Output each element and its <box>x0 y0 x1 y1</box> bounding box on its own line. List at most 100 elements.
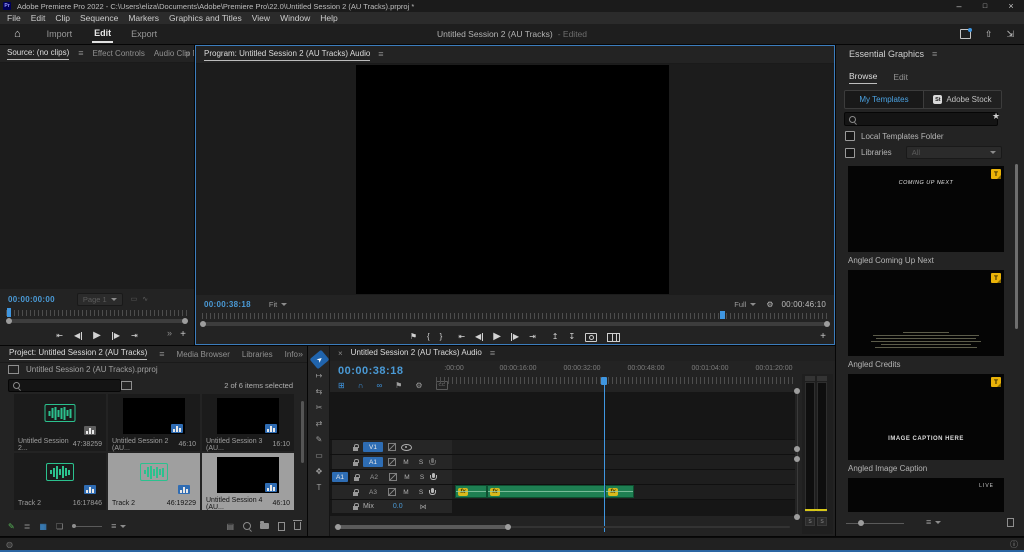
panel-overflow-icon[interactable]: » <box>185 49 190 58</box>
template-label[interactable]: Angled Coming Up Next <box>848 256 934 265</box>
tab-libraries[interactable]: Libraries <box>242 350 273 359</box>
solo-button[interactable]: S <box>416 489 426 496</box>
maximize-button[interactable]: □ <box>972 3 998 10</box>
menu-view[interactable]: View <box>247 13 275 23</box>
sequence-badge[interactable] <box>265 424 277 433</box>
close-button[interactable]: × <box>998 1 1024 11</box>
track-select-forward-tool[interactable]: ↦ <box>308 367 330 383</box>
track-a3-content[interactable]: fx fx fx <box>452 485 795 499</box>
source-timecode[interactable]: 00:00:00:00 <box>8 295 55 304</box>
fx-badge[interactable]: fx <box>490 488 500 496</box>
drag-audio-icon[interactable]: ∿ <box>142 295 148 303</box>
v-scroll-handle-top[interactable] <box>794 388 800 394</box>
zoom-slider[interactable] <box>72 524 102 528</box>
audio-clip-segment[interactable]: fx <box>455 485 487 498</box>
mute-button[interactable]: M <box>401 489 411 496</box>
source-zoom-handle-right[interactable] <box>182 318 188 324</box>
nest-toggle-icon[interactable]: ⊞ <box>338 381 345 390</box>
tab-source[interactable]: Source: (no clips) <box>7 48 69 60</box>
tab-export[interactable]: Export <box>131 29 157 39</box>
panel-menu-icon[interactable]: ≡ <box>78 49 83 58</box>
selection-tool[interactable]: ➤ <box>308 352 330 367</box>
tab-sequence[interactable]: Untitled Session 2 (AU Tracks) Audio <box>351 348 482 359</box>
go-to-out-button[interactable]: ⇥ <box>131 332 138 340</box>
project-scrollbar-thumb[interactable] <box>301 401 304 463</box>
lift-button[interactable]: ↥ <box>552 333 559 341</box>
automate-to-sequence-icon[interactable]: ▤ <box>226 522 234 531</box>
new-item-icon[interactable] <box>278 522 285 531</box>
add-marker-button[interactable]: ⚑ <box>410 333 417 341</box>
solo-button[interactable]: S <box>416 459 426 466</box>
eg-tab-edit[interactable]: Edit <box>893 72 908 82</box>
timeline-playhead-line[interactable] <box>604 385 605 532</box>
program-timecode[interactable]: 00:00:38:18 <box>204 300 251 309</box>
panel-menu-icon[interactable]: ≡ <box>378 50 383 59</box>
template-label[interactable]: Angled Image Caption <box>848 464 927 473</box>
thumbnail-size-slider-handle[interactable] <box>858 520 864 526</box>
track-target-badge[interactable]: A2 <box>364 472 384 482</box>
project-item-audio[interactable]: Track 216:17846 <box>14 453 106 510</box>
adobe-stock-button[interactable]: StAdobe Stock <box>923 91 1001 108</box>
step-forward-button[interactable]: ▶ <box>112 332 120 340</box>
fx-badge[interactable]: fx <box>608 488 618 496</box>
project-item-audio[interactable]: Untitled Session 2...47:38259 <box>14 394 106 451</box>
timeline-h-scroll-thumb[interactable] <box>338 525 508 529</box>
tab-edit[interactable]: Edit <box>92 25 113 43</box>
track-lock-icon[interactable] <box>354 477 359 481</box>
source-page-select[interactable]: Page 1 <box>77 293 123 306</box>
panel-overflow-icon[interactable]: » <box>298 350 303 359</box>
mark-in-button[interactable]: { <box>427 333 430 341</box>
solo-left-button[interactable]: S <box>805 517 815 526</box>
program-zoom-scrollbar[interactable] <box>202 322 828 326</box>
step-back-button[interactable]: ◀ <box>475 333 483 341</box>
step-back-button[interactable]: ◀ <box>74 332 82 340</box>
mix-volume-value[interactable]: 0.0 <box>393 503 403 510</box>
search-bin-icon[interactable] <box>121 381 132 390</box>
home-icon[interactable]: ⌂ <box>14 29 21 40</box>
sort-icon[interactable]: ≡ <box>926 517 941 527</box>
track-lock-icon[interactable] <box>353 492 358 496</box>
track-lock-icon[interactable] <box>353 462 358 466</box>
track-output-eye-icon[interactable] <box>401 444 412 451</box>
fullscreen-icon[interactable]: ⇲ <box>1006 29 1014 40</box>
audio-clip-segment[interactable]: fx <box>487 485 605 498</box>
source-zoom-handle-left[interactable] <box>6 318 12 324</box>
export-frame-icon[interactable] <box>585 333 597 342</box>
sequence-badge[interactable] <box>265 483 277 492</box>
timeline-playhead-head[interactable] <box>601 377 607 385</box>
sequence-badge[interactable] <box>171 424 183 433</box>
menu-graphics-and-titles[interactable]: Graphics and Titles <box>164 13 247 23</box>
voiceover-record-icon[interactable] <box>431 488 434 493</box>
sort-icon[interactable]: ≡ <box>111 521 126 531</box>
v-scroll-handle-mid2[interactable] <box>794 456 800 462</box>
mute-button[interactable]: M <box>402 474 412 481</box>
mark-out-button[interactable]: } <box>440 333 443 341</box>
menu-clip[interactable]: Clip <box>50 13 75 23</box>
go-to-in-button[interactable]: ⇤ <box>458 333 465 341</box>
eg-search-input[interactable] <box>844 112 998 126</box>
slip-tool[interactable]: ⇄ <box>308 415 330 431</box>
panel-menu-icon[interactable]: ≡ <box>159 350 164 359</box>
favorites-star-icon[interactable]: ★ <box>992 111 1000 122</box>
share-icon[interactable]: ⇧ <box>985 29 993 40</box>
menu-help[interactable]: Help <box>315 13 342 23</box>
panel-menu-icon[interactable]: ≡ <box>490 349 495 358</box>
sync-lock-icon[interactable] <box>388 443 396 451</box>
tab-project[interactable]: Project: Untitled Session 2 (AU Tracks) <box>9 348 147 360</box>
tab-info[interactable]: Info <box>285 350 298 359</box>
rectangle-tool[interactable]: ▭ <box>308 447 330 463</box>
timeline-timecode[interactable]: 00:00:38:18 <box>338 365 403 377</box>
project-item-sequence[interactable]: Untitled Session 2 (AU...46:10 <box>108 394 200 451</box>
template-thumbnail[interactable]: IMAGE CAPTION HERE T <box>848 374 1004 460</box>
track-v1-content[interactable] <box>452 440 795 454</box>
play-button[interactable]: ▶ <box>493 332 501 342</box>
minimize-button[interactable]: – <box>946 1 972 11</box>
fx-badge[interactable]: fx <box>458 488 468 496</box>
list-view-icon[interactable]: ≣ <box>24 522 31 531</box>
local-templates-checkbox[interactable] <box>845 131 855 141</box>
h-scroll-handle-right[interactable] <box>505 524 511 530</box>
template-thumbnail[interactable]: LIVE <box>848 478 1004 512</box>
source-more-buttons-icon[interactable]: » <box>167 329 172 338</box>
track-lock-icon[interactable] <box>353 506 358 510</box>
source-mini-timeline[interactable] <box>6 310 188 316</box>
